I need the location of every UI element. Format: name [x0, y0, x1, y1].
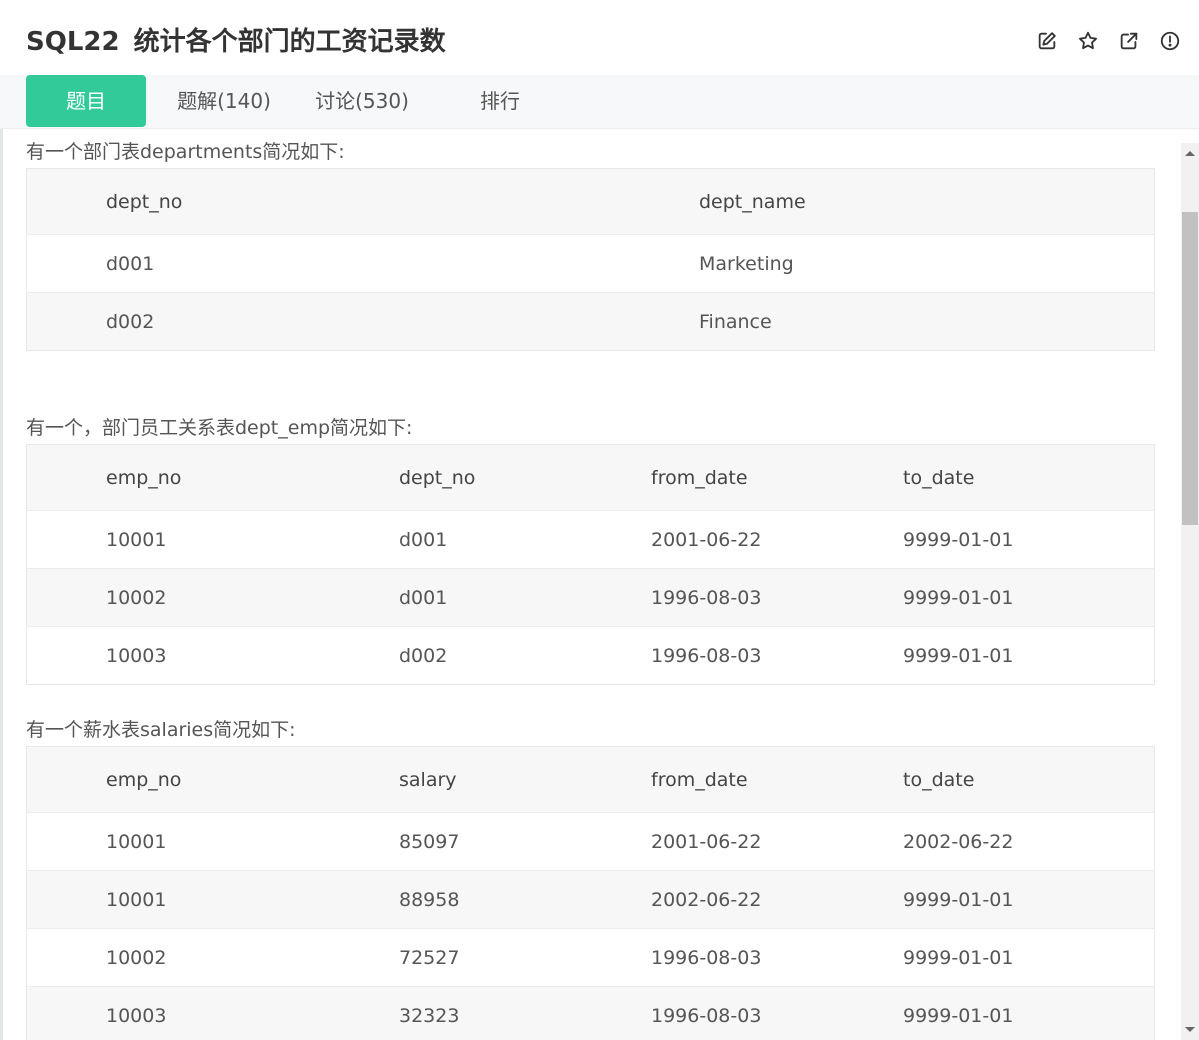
table-cell: 88958 [320, 870, 572, 929]
table-cell: 10002 [26, 928, 320, 987]
header-actions [1036, 30, 1181, 52]
table-row: d001 Marketing [26, 234, 1155, 293]
salaries-table: emp_no salary from_date to_date 10001 85… [26, 746, 1155, 1040]
column-header: to_date [824, 746, 1155, 813]
tab-ranking[interactable]: 排行 [460, 75, 540, 127]
table-cell: 2002-06-22 [824, 812, 1155, 871]
scroll-down-arrow-icon[interactable] [1185, 1027, 1195, 1032]
table-cell: 2002-06-22 [572, 870, 824, 929]
table-row: 10002 d001 1996-08-03 9999-01-01 [26, 568, 1155, 627]
table-cell: d002 [26, 292, 620, 351]
table-cell: d001 [26, 234, 620, 293]
table-row: 10001 d001 2001-06-22 9999-01-01 [26, 510, 1155, 569]
column-header: emp_no [26, 746, 320, 813]
column-header: salary [320, 746, 572, 813]
column-header: to_date [824, 444, 1155, 511]
departments-intro: 有一个部门表departments简况如下: [26, 141, 345, 163]
open-external-icon [1120, 32, 1138, 50]
table-row: d002 Finance [26, 292, 1155, 351]
table-cell: 32323 [320, 986, 572, 1040]
table-header-row: emp_no salary from_date to_date [26, 746, 1155, 813]
table-cell: 85097 [320, 812, 572, 871]
tab-solutions[interactable]: 题解(140) [166, 75, 282, 127]
edit-icon [1038, 32, 1056, 50]
table-cell: 2001-06-22 [572, 510, 824, 569]
table-cell: 9999-01-01 [824, 870, 1155, 929]
problem-header: SQL22 统计各个部门的工资记录数 [0, 0, 1199, 75]
info-button[interactable] [1159, 30, 1181, 52]
column-header: emp_no [26, 444, 320, 511]
dept-emp-table: emp_no dept_no from_date to_date 10001 d… [26, 444, 1155, 685]
table-cell: 1996-08-03 [572, 986, 824, 1040]
tab-bar: 题目 题解(140) 讨论(530) 排行 [0, 75, 1199, 129]
scroll-up-arrow-icon[interactable] [1185, 151, 1195, 156]
table-cell: 1996-08-03 [572, 568, 824, 627]
table-cell: 10001 [26, 870, 320, 929]
table-row: 10003 d002 1996-08-03 9999-01-01 [26, 626, 1155, 685]
table-cell: 10001 [26, 812, 320, 871]
problem-description[interactable]: 有一个部门表departments简况如下: dept_no dept_name… [0, 129, 1199, 1040]
dept-emp-intro: 有一个，部门员工关系表dept_emp简况如下: [26, 417, 413, 439]
table-cell: 10002 [26, 568, 320, 627]
table-header-row: emp_no dept_no from_date to_date [26, 444, 1155, 511]
column-header: dept_name [620, 168, 1155, 235]
table-cell: 9999-01-01 [824, 568, 1155, 627]
tab-problem[interactable]: 题目 [26, 75, 146, 127]
tab-discussion[interactable]: 讨论(530) [302, 75, 422, 127]
star-icon [1079, 31, 1097, 50]
favorite-button[interactable] [1077, 30, 1099, 52]
table-cell: 9999-01-01 [824, 510, 1155, 569]
table-cell: 9999-01-01 [824, 928, 1155, 987]
table-cell: Finance [620, 292, 1155, 351]
column-header: from_date [572, 746, 824, 813]
page-title: SQL22 统计各个部门的工资记录数 [26, 24, 446, 60]
table-cell: 10001 [26, 510, 320, 569]
problem-id: SQL22 [26, 27, 120, 57]
table-header-row: dept_no dept_name [26, 168, 1155, 235]
table-cell: 2001-06-22 [572, 812, 824, 871]
table-cell: 10003 [26, 986, 320, 1040]
departments-table: dept_no dept_name d001 Marketing d002 Fi… [26, 168, 1155, 351]
edit-button[interactable] [1036, 30, 1058, 52]
column-header: dept_no [26, 168, 620, 235]
problem-title: 统计各个部门的工资记录数 [133, 27, 446, 57]
table-cell: 9999-01-01 [824, 626, 1155, 685]
scrollbar-thumb[interactable] [1182, 212, 1198, 525]
open-external-button[interactable] [1118, 30, 1140, 52]
table-cell: 9999-01-01 [824, 986, 1155, 1040]
table-row: 10003 32323 1996-08-03 9999-01-01 [26, 986, 1155, 1040]
salaries-intro: 有一个薪水表salaries简况如下: [26, 719, 296, 741]
table-row: 10001 88958 2002-06-22 9999-01-01 [26, 870, 1155, 929]
table-cell: d001 [320, 510, 572, 569]
vertical-scrollbar[interactable] [1181, 143, 1199, 1040]
column-header: dept_no [320, 444, 572, 511]
table-cell: 10003 [26, 626, 320, 685]
table-cell: 72527 [320, 928, 572, 987]
table-cell: d001 [320, 568, 572, 627]
table-cell: 1996-08-03 [572, 626, 824, 685]
column-header: from_date [572, 444, 824, 511]
table-row: 10001 85097 2001-06-22 2002-06-22 [26, 812, 1155, 871]
info-icon [1160, 31, 1180, 51]
table-cell: Marketing [620, 234, 1155, 293]
table-cell: 1996-08-03 [572, 928, 824, 987]
table-cell: d002 [320, 626, 572, 685]
table-row: 10002 72527 1996-08-03 9999-01-01 [26, 928, 1155, 987]
